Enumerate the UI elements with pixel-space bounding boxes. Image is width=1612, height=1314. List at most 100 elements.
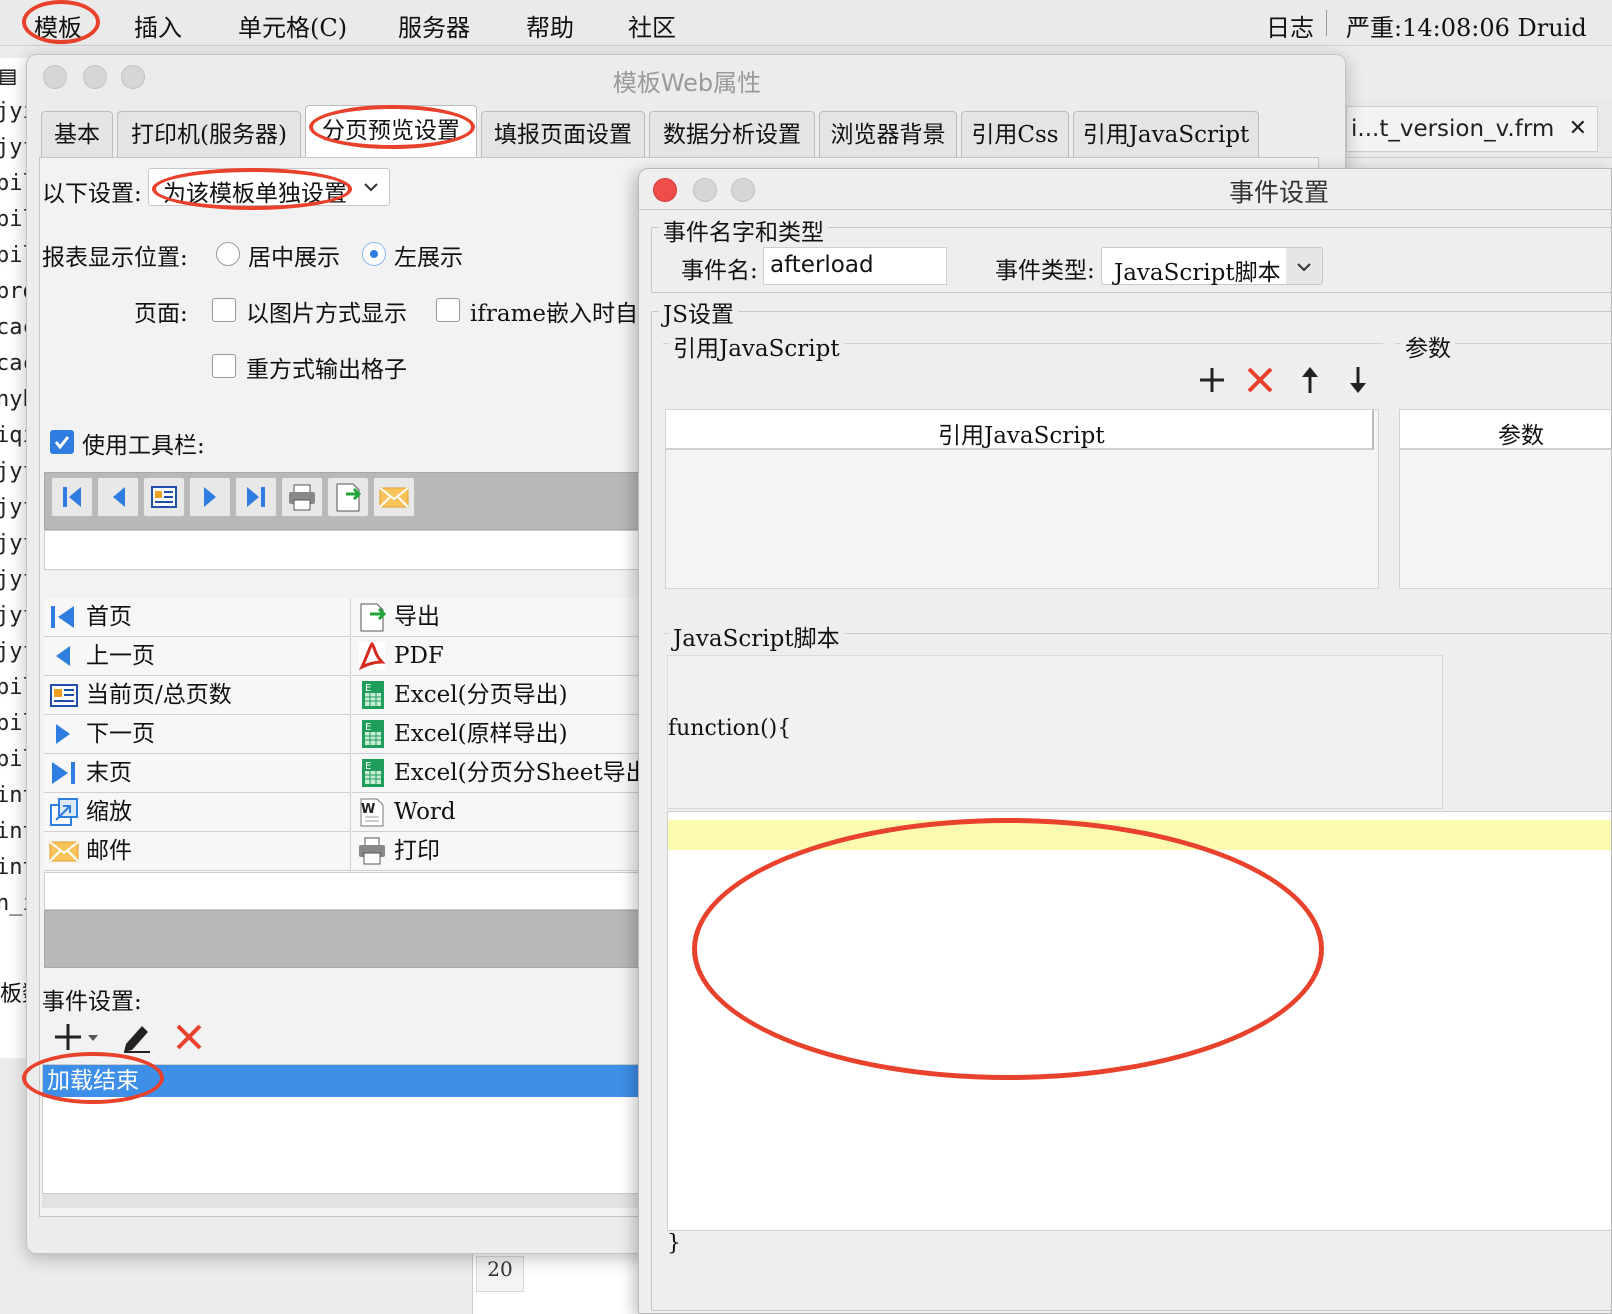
menu-cell[interactable]: 单元格(C) bbox=[238, 8, 347, 43]
code-line: pil bbox=[0, 747, 29, 772]
tab-css[interactable]: 引用Css bbox=[961, 111, 1069, 159]
toolbar-button-row[interactable]: W Word bbox=[352, 793, 644, 832]
toolbar-button-row[interactable]: 打印 bbox=[352, 832, 644, 871]
first-page-icon bbox=[48, 601, 80, 633]
toolbar-button-row[interactable]: 邮件 bbox=[44, 832, 350, 871]
email-icon bbox=[48, 835, 80, 867]
doc-icon: ▤ bbox=[0, 61, 16, 91]
toolbar-button-row[interactable]: E Excel(分页导出) bbox=[352, 676, 644, 715]
toolbar-button-row[interactable]: 下一页 bbox=[44, 715, 350, 754]
status-text: 严重:14:08:06 Druid bbox=[1346, 14, 1587, 42]
checkbox-image-display-label: 以图片方式显示 bbox=[246, 301, 407, 327]
toolbar-button-label: 缩放 bbox=[86, 799, 132, 825]
checkbox-grid-output[interactable] bbox=[212, 354, 236, 378]
event-name-label: 事件名: bbox=[681, 258, 758, 284]
toolbar-button-list: 首页 上一页 当前页/总页数 下一页 末页 缩放 邮件 导出 PDF E Excel(分页导出) E… bbox=[44, 598, 649, 872]
next-page-icon bbox=[48, 718, 80, 750]
code-line: pil bbox=[0, 171, 29, 196]
highlight-oval-editor bbox=[692, 818, 1324, 1080]
last-page-icon bbox=[48, 757, 80, 789]
email-icon[interactable] bbox=[373, 477, 415, 517]
toolbar-button-row[interactable]: 末页 bbox=[44, 754, 350, 793]
tab-browser-background[interactable]: 浏览器背景 bbox=[819, 111, 957, 159]
event-type-value: JavaScript脚本 bbox=[1114, 260, 1281, 286]
checkbox-image-display[interactable] bbox=[212, 298, 236, 322]
tab-fill-page[interactable]: 填报页面设置 bbox=[481, 111, 645, 159]
toolbar-button-label: 打印 bbox=[394, 838, 440, 864]
toolbar-button-row[interactable]: E Excel(原样导出) bbox=[352, 715, 644, 754]
export-icon[interactable] bbox=[327, 477, 369, 517]
radio-center[interactable] bbox=[216, 242, 240, 266]
add-event-icon[interactable] bbox=[54, 1020, 100, 1054]
toolbar-button-row[interactable]: PDF bbox=[352, 637, 644, 676]
menu-community[interactable]: 社区 bbox=[628, 8, 676, 43]
tab-basic[interactable]: 基本 bbox=[41, 111, 113, 159]
radio-left[interactable] bbox=[362, 242, 386, 266]
horizontal-scrollbar[interactable] bbox=[42, 1194, 644, 1208]
move-up-icon[interactable] bbox=[1295, 365, 1325, 395]
event-settings-label: 事件设置: bbox=[42, 989, 142, 1015]
event-settings-dialog: 事件设置 事件名字和类型 事件名: afterload 事件类型: JavaSc… bbox=[638, 168, 1612, 1314]
menu-help[interactable]: 帮助 bbox=[526, 8, 574, 43]
code-line: nyh bbox=[0, 387, 29, 412]
toolbar-button-label: 邮件 bbox=[86, 838, 132, 864]
ref-js-table: 引用JavaScript bbox=[665, 409, 1379, 589]
ref-js-table-header[interactable]: 引用JavaScript bbox=[666, 410, 1374, 450]
first-page-icon[interactable] bbox=[51, 477, 93, 517]
toolbar-button-row[interactable]: E Excel(分页分Sheet导出 bbox=[352, 754, 649, 793]
last-page-icon[interactable] bbox=[235, 477, 277, 517]
menu-server[interactable]: 服务器 bbox=[398, 8, 470, 43]
code-line: int bbox=[0, 783, 29, 808]
code-line: jyf bbox=[0, 495, 29, 520]
code-line: jyf bbox=[0, 459, 29, 484]
excel-icon: E bbox=[356, 679, 388, 711]
toolbar-button-label: 导出 bbox=[394, 604, 440, 630]
checkbox-iframe[interactable] bbox=[436, 298, 460, 322]
delete-js-icon[interactable] bbox=[1245, 365, 1275, 395]
code-line: int bbox=[0, 855, 29, 880]
dialog-title: 事件设置 bbox=[1228, 178, 1329, 207]
checkbox-use-toolbar[interactable] bbox=[50, 430, 74, 454]
add-js-icon[interactable] bbox=[1197, 365, 1227, 395]
toolbar-preview-2 bbox=[44, 910, 644, 968]
ref-js-label: 引用JavaScript bbox=[669, 329, 844, 363]
menu-bar: 模板 插入 单元格(C) 服务器 帮助 社区 日志 严重:14:08:06 Dr… bbox=[0, 0, 1612, 46]
event-name-input[interactable]: afterload bbox=[763, 247, 947, 285]
print-icon[interactable] bbox=[281, 477, 323, 517]
params-table: 参数 bbox=[1399, 409, 1611, 589]
zoom-icon bbox=[48, 796, 80, 828]
delete-event-icon[interactable] bbox=[172, 1020, 206, 1054]
tab-javascript[interactable]: 引用JavaScript bbox=[1073, 111, 1259, 159]
toolbar-button-row[interactable]: 首页 bbox=[44, 598, 350, 637]
svg-text:E: E bbox=[365, 683, 371, 694]
export-icon bbox=[356, 601, 388, 633]
svg-text:W: W bbox=[361, 802, 375, 817]
highlight-oval-menu bbox=[22, 0, 100, 44]
log-button[interactable]: 日志 bbox=[1266, 8, 1314, 43]
event-type-select[interactable]: JavaScript脚本 bbox=[1101, 247, 1323, 286]
close-tab-icon[interactable]: ✕ bbox=[1569, 107, 1587, 151]
code-line: jyf bbox=[0, 135, 29, 160]
move-down-icon[interactable] bbox=[1343, 365, 1373, 395]
tab-printer[interactable]: 打印机(服务器) bbox=[117, 111, 301, 159]
word-icon: W bbox=[356, 796, 388, 828]
toolbar-button-row[interactable]: 当前页/总页数 bbox=[44, 676, 350, 715]
code-line: pil bbox=[0, 207, 29, 232]
toolbar-preview bbox=[44, 472, 644, 530]
page-count-icon[interactable] bbox=[143, 477, 185, 517]
edit-event-icon[interactable] bbox=[120, 1020, 154, 1054]
tab-data-analysis[interactable]: 数据分析设置 bbox=[649, 111, 815, 159]
prev-page-icon bbox=[48, 640, 80, 672]
params-table-header[interactable]: 参数 bbox=[1400, 410, 1611, 450]
toolbar-button-row[interactable]: 上一页 bbox=[44, 637, 350, 676]
menu-insert[interactable]: 插入 bbox=[134, 8, 182, 43]
toolbar-button-row[interactable]: 导出 bbox=[352, 598, 644, 637]
prev-page-icon[interactable] bbox=[97, 477, 139, 517]
toolbar-button-row[interactable]: 缩放 bbox=[44, 793, 350, 832]
row-number: 20 bbox=[476, 1256, 524, 1292]
function-header: function(){ bbox=[667, 655, 1443, 809]
excel-icon: E bbox=[356, 757, 388, 789]
radio-dot bbox=[370, 250, 378, 258]
next-page-icon[interactable] bbox=[189, 477, 231, 517]
file-tab[interactable]: i...t_version_v.frm ✕ bbox=[1346, 106, 1598, 152]
